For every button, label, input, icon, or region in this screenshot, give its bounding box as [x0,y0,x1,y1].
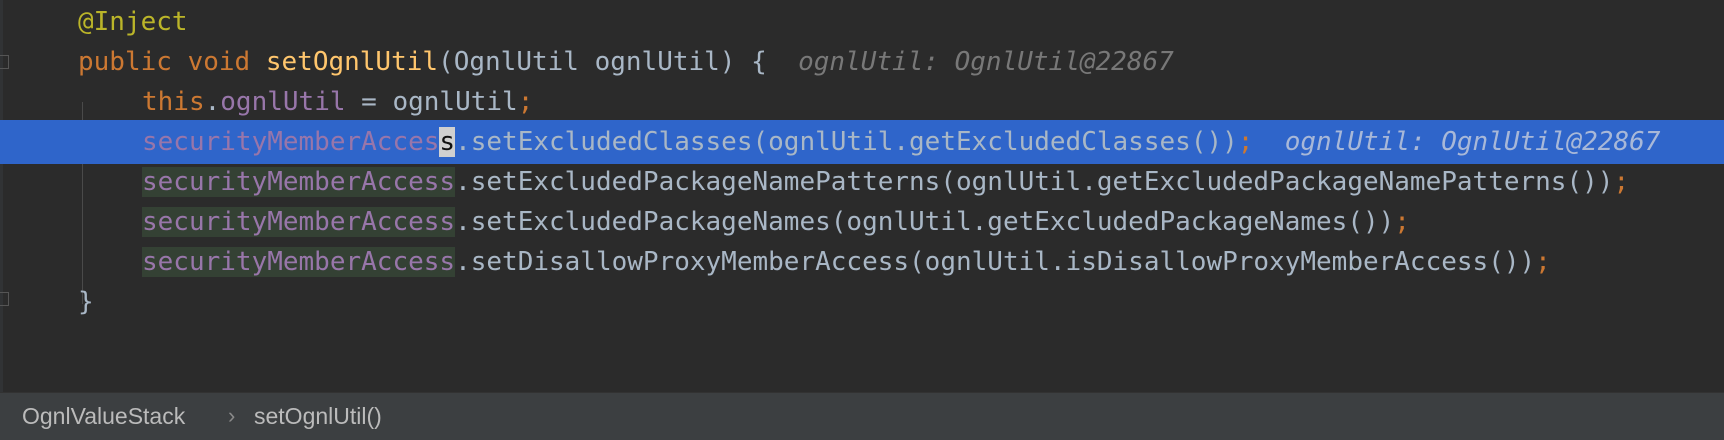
breadcrumb: OgnlValueStack › setOgnlUtil() [0,392,1724,440]
code-line-current-execution[interactable]: securityMemberAccess.setExcludedClasses(… [0,120,1724,164]
code-line-annotation[interactable]: @Inject [0,0,1724,44]
annotation-token: @Inject [78,7,188,37]
semicolon: ; [1535,247,1551,277]
method-params: (OgnlUtil ognlUtil) { [438,47,767,77]
field-token: ognlUtil [220,87,346,117]
dot-token: . [204,87,221,117]
code-line-method-signature[interactable]: public void setOgnlUtil(OgnlUtil ognlUti… [0,40,1724,84]
code-line-assignment[interactable]: this.ognlUtil = ognlUtil; [0,80,1724,124]
method-call: .setExcludedPackageNames(ognlUtil.getExc… [455,207,1395,237]
keyword-this: this [142,87,205,117]
field-token-highlighted: securityMemberAccess [142,207,456,237]
keyword-void: void [187,47,251,77]
debugger-inline-value: ognlUtil: OgnlUtil@22867 [1284,127,1661,157]
method-name: setOgnlUtil [265,47,439,77]
method-call: .setDisallowProxyMemberAccess(ognlUtil.i… [455,247,1536,277]
chevron-right-icon: › [228,403,236,428]
breadcrumb-class[interactable]: OgnlValueStack [22,393,185,439]
method-call: .setExcludedClasses(ognlUtil.getExcluded… [455,127,1238,157]
code-line-call[interactable]: securityMemberAccess.setDisallowProxyMem… [0,240,1724,284]
closing-brace: } [78,287,94,317]
code-line-call[interactable]: securityMemberAccess.setExcludedPackageN… [0,160,1724,204]
semicolon: ; [1613,167,1630,197]
field-token: securityMemberAcces [142,127,440,157]
keyword-public: public [78,47,172,77]
semicolon: ; [1237,127,1254,157]
field-token-highlighted: securityMemberAccess [142,247,456,277]
debugger-inline-value: ognlUtil: OgnlUtil@22867 [798,47,1174,77]
assignment-rest: = ognlUtil [345,87,518,117]
semicolon: ; [1394,207,1410,237]
code-editor[interactable]: @Inject public void setOgnlUtil(OgnlUtil… [0,0,1724,392]
code-line-call[interactable]: securityMemberAccess.setExcludedPackageN… [0,200,1724,244]
breadcrumb-method[interactable]: setOgnlUtil() [254,393,382,439]
semicolon: ; [517,87,534,117]
text-caret: s [439,127,456,157]
method-call: .setExcludedPackageNamePatterns(ognlUtil… [455,167,1614,197]
code-line-closing-brace[interactable]: } [0,280,1724,324]
field-token-highlighted: securityMemberAccess [142,167,456,197]
